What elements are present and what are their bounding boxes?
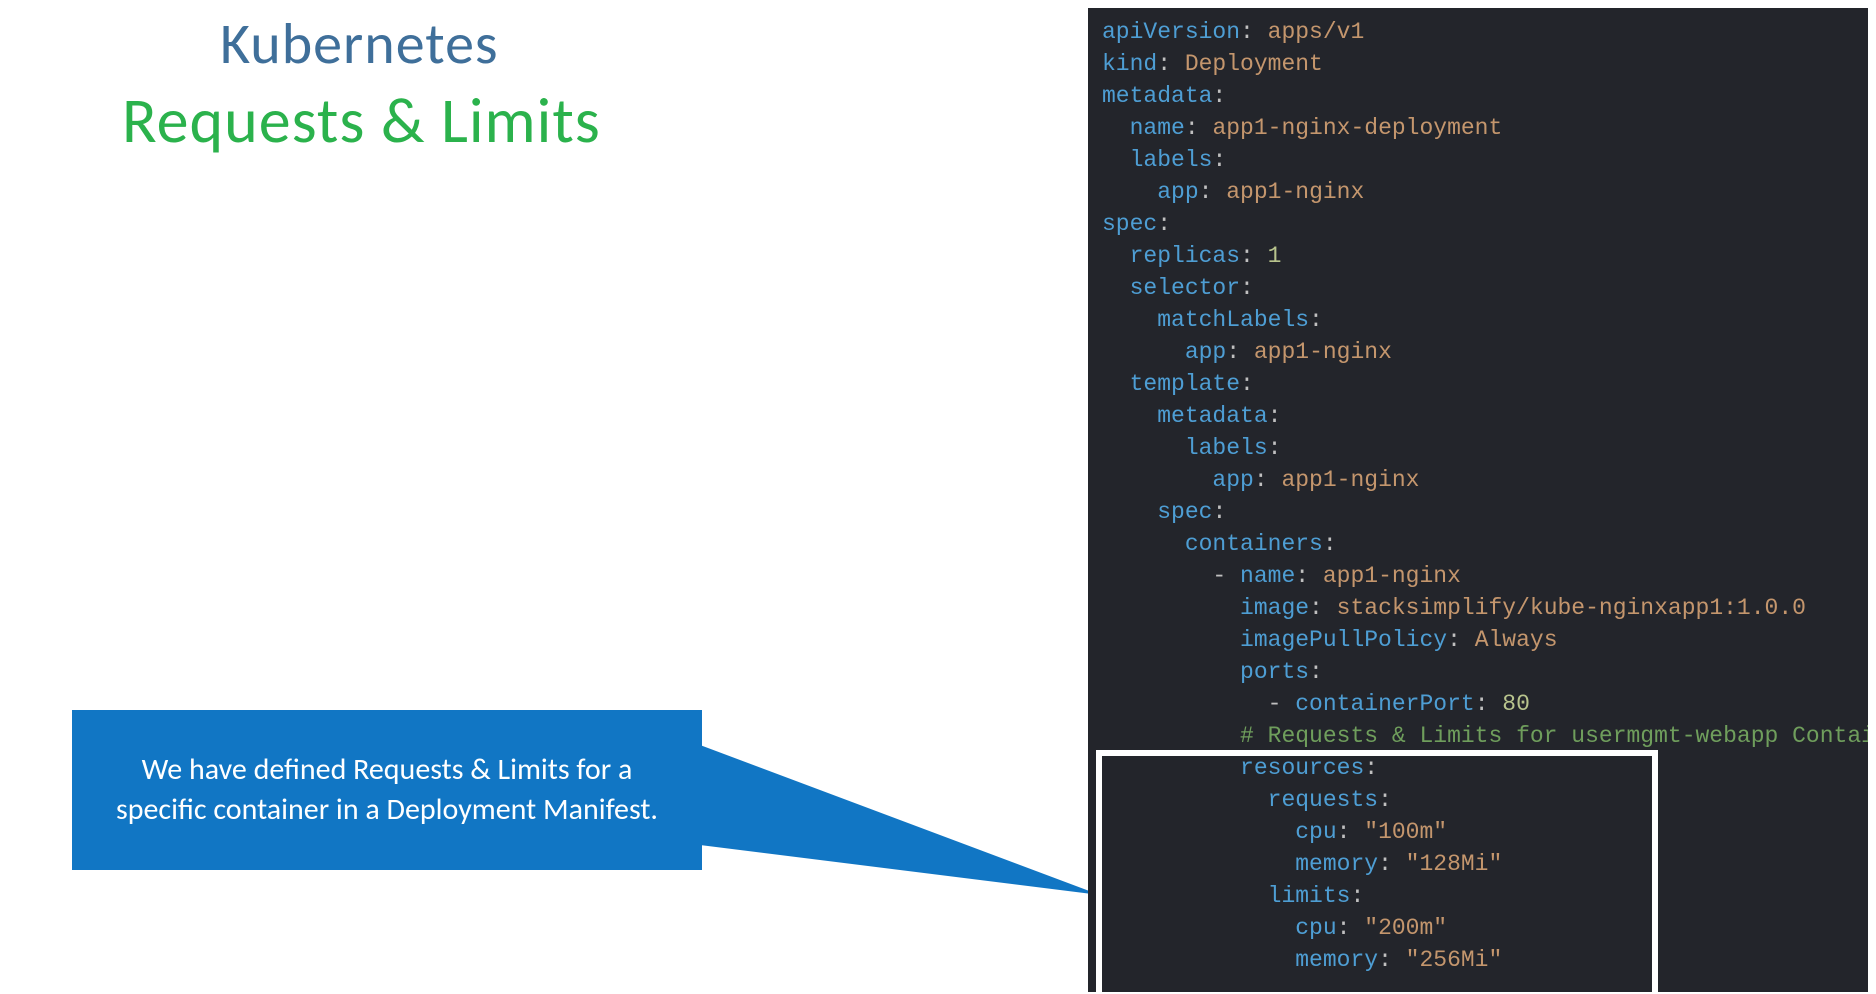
yaml-comment: # Requests & Limits for usermgmt-webapp … — [1240, 723, 1868, 749]
yaml-value: "256Mi" — [1406, 947, 1503, 973]
yaml-value: apps/v1 — [1268, 19, 1365, 45]
yaml-value: 1 — [1268, 243, 1282, 269]
yaml-key: containers — [1185, 531, 1323, 557]
yaml-key: cpu — [1295, 915, 1336, 941]
yaml-key: app — [1185, 339, 1226, 365]
yaml-code-block: apiVersion: apps/v1 kind: Deployment met… — [1088, 8, 1868, 992]
yaml-key: memory — [1295, 947, 1378, 973]
callout-box: We have defined Requests & Limits for a … — [72, 710, 702, 870]
slide: Kubernetes Requests & Limits We have def… — [0, 0, 1876, 994]
yaml-key: matchLabels — [1157, 307, 1309, 333]
yaml-key: labels — [1130, 147, 1213, 173]
yaml-value: Deployment — [1185, 51, 1323, 77]
yaml-value: "128Mi" — [1406, 851, 1503, 877]
yaml-key: kind — [1102, 51, 1157, 77]
yaml-key: replicas — [1130, 243, 1240, 269]
yaml-key: spec — [1157, 499, 1212, 525]
yaml-value: "100m" — [1364, 819, 1447, 845]
yaml-key: memory — [1295, 851, 1378, 877]
yaml-key: labels — [1185, 435, 1268, 461]
yaml-key: resources — [1240, 755, 1364, 781]
yaml-value: app1-nginx-deployment — [1212, 115, 1502, 141]
yaml-key: apiVersion — [1102, 19, 1240, 45]
yaml-key: metadata — [1157, 403, 1267, 429]
title-line-2: Requests & Limits — [122, 82, 601, 160]
yaml-key: cpu — [1295, 819, 1336, 845]
yaml-key: app — [1157, 179, 1198, 205]
callout-arrow — [700, 715, 1100, 945]
yaml-key: requests — [1268, 787, 1378, 813]
yaml-value: 80 — [1502, 691, 1530, 717]
yaml-key: imagePullPolicy — [1240, 627, 1447, 653]
callout-text: We have defined Requests & Limits for a … — [102, 750, 672, 831]
yaml-key: limits — [1268, 883, 1351, 909]
yaml-key: containerPort — [1295, 691, 1474, 717]
yaml-key: image — [1240, 595, 1309, 621]
yaml-value: app1-nginx — [1226, 179, 1364, 205]
yaml-value: Always — [1475, 627, 1558, 653]
yaml-key: name — [1130, 115, 1185, 141]
yaml-value: app1-nginx — [1323, 563, 1461, 589]
yaml-key: template — [1130, 371, 1240, 397]
yaml-key: ports — [1240, 659, 1309, 685]
yaml-key: app — [1212, 467, 1253, 493]
yaml-value: app1-nginx — [1254, 339, 1392, 365]
yaml-value: stacksimplify/kube-nginxapp1:1.0.0 — [1337, 595, 1806, 621]
yaml-key: metadata — [1102, 83, 1212, 109]
yaml-value: "200m" — [1364, 915, 1447, 941]
yaml-key: name — [1240, 563, 1295, 589]
yaml-key: spec — [1102, 211, 1157, 237]
title-line-1: Kubernetes — [220, 8, 499, 79]
yaml-value: app1-nginx — [1281, 467, 1419, 493]
yaml-key: selector — [1130, 275, 1240, 301]
